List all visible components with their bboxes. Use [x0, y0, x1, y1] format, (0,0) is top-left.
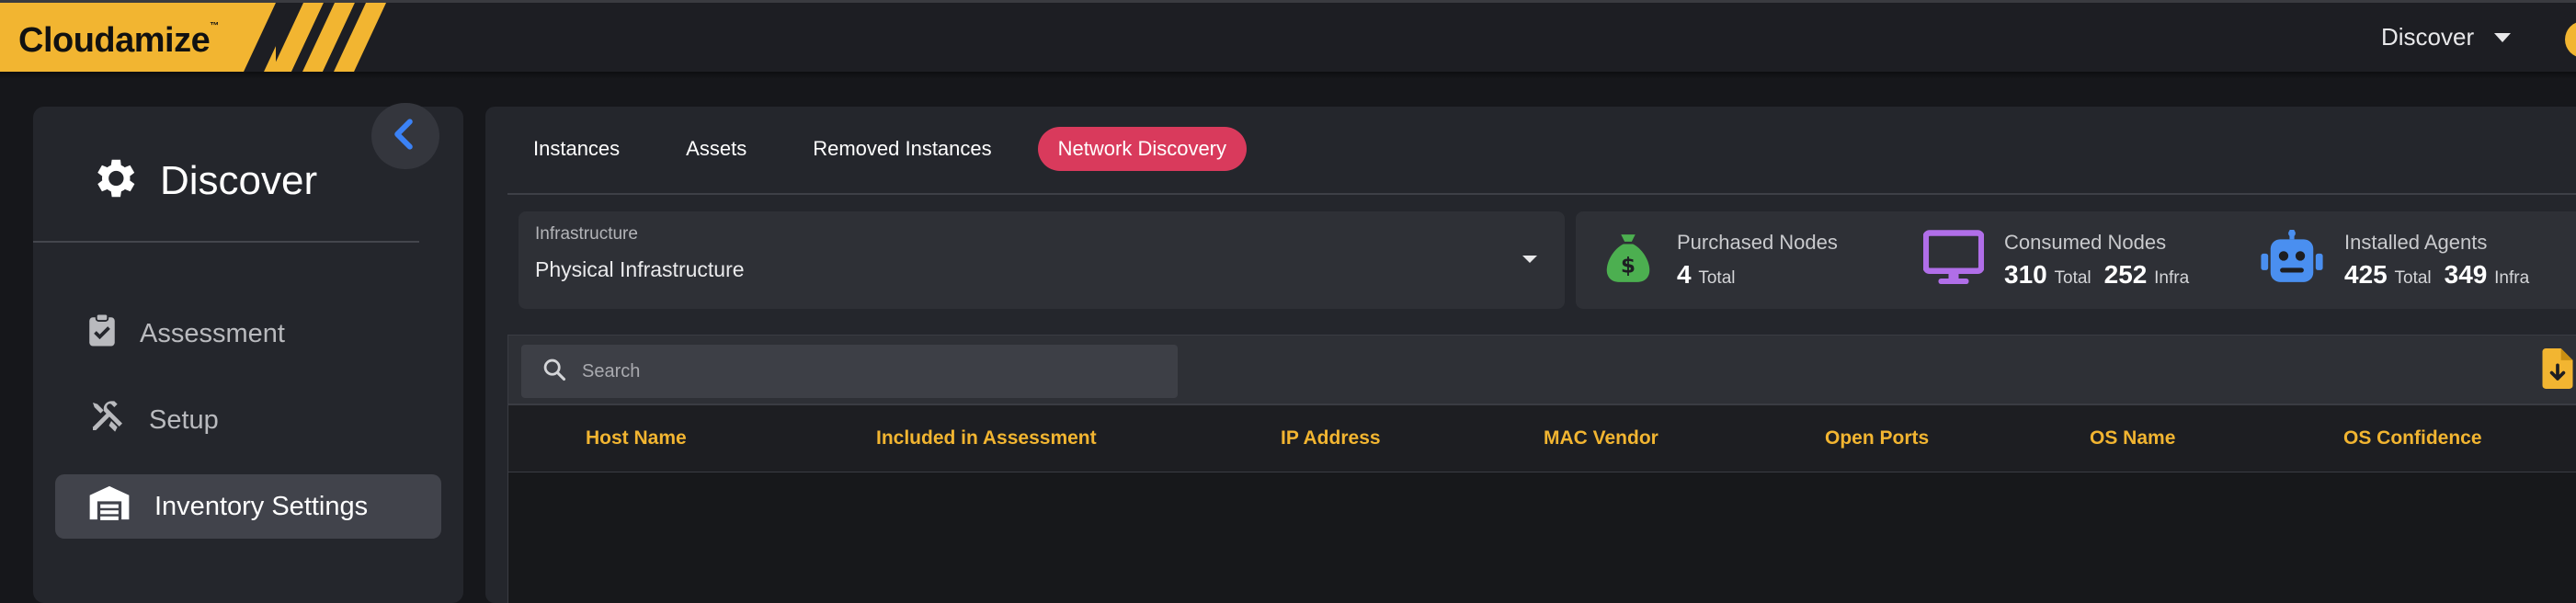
purchased-nodes-stat: $ Purchased Nodes 4 Total [1600, 211, 1838, 309]
column-os-confidence[interactable]: OS Confidence [2343, 405, 2482, 472]
purchased-nodes-title: Purchased Nodes [1677, 231, 1838, 254]
total-unit: Total [2054, 268, 2092, 288]
consumed-nodes-infra: 252 [2103, 260, 2148, 289]
warehouse-icon [88, 484, 131, 529]
tab-bar: Instances Assets Removed Instances Netwo… [513, 127, 1272, 171]
column-included-in-assessment[interactable]: Included in Assessment [876, 405, 1097, 472]
sidebar-divider [33, 241, 419, 243]
clipboard-check-icon [88, 313, 116, 355]
consumed-nodes-title: Consumed Nodes [2004, 231, 2167, 254]
top-bar: Cloudamize™ Discover [0, 0, 2576, 74]
sidebar-header: Discover [88, 153, 317, 209]
top-menu-dropdown[interactable]: Discover [2381, 23, 2512, 51]
sidebar-item-label: Assessment [140, 318, 285, 348]
robot-icon [2260, 229, 2324, 291]
infra-unit: Infra [2494, 268, 2530, 288]
chevron-left-icon [392, 118, 416, 154]
tab-assets[interactable]: Assets [666, 127, 767, 171]
dropdown-arrow-icon [1522, 256, 1537, 263]
column-open-ports[interactable]: Open Ports [1825, 405, 1929, 472]
table-header: Host Name Included in Assessment IP Addr… [507, 404, 2576, 472]
tab-removed-instances[interactable]: Removed Instances [792, 127, 1011, 171]
avatar[interactable] [2565, 21, 2576, 58]
file-download-icon [2542, 348, 2573, 393]
purchased-nodes-total: 4 [1677, 260, 1692, 289]
search-input[interactable] [582, 360, 1134, 382]
installed-agents-total: 425 [2344, 260, 2388, 289]
tab-network-discovery[interactable]: Network Discovery [1037, 127, 1248, 171]
total-unit: Total [1698, 268, 1736, 288]
gear-icon [88, 153, 140, 209]
sidebar-item-label: Inventory Settings [154, 491, 369, 521]
top-menu-label: Discover [2381, 23, 2475, 51]
search-box [521, 345, 1178, 398]
sidebar: Discover Assessment Setup Inventory Sett… [33, 107, 463, 603]
installed-agents-infra: 349 [2444, 260, 2488, 289]
infrastructure-label: Infrastructure [535, 224, 638, 244]
monitor-icon [1922, 229, 1985, 291]
stats-panel: $ Purchased Nodes 4 Total Consumed Nodes… [1576, 211, 2576, 309]
caret-down-icon [2494, 32, 2512, 42]
column-os-name[interactable]: OS Name [2090, 405, 2175, 472]
infrastructure-value: Physical Infrastructure [535, 257, 745, 281]
sidebar-item-label: Setup [149, 404, 219, 435]
main-panel: Instances Assets Removed Instances Netwo… [485, 107, 2576, 603]
money-bag-icon: $ [1600, 230, 1657, 291]
table-toolbar [507, 335, 2576, 404]
installed-agents-title: Installed Agents [2344, 231, 2488, 254]
table-body [507, 472, 2576, 603]
sidebar-collapse-button[interactable] [371, 103, 439, 169]
consumed-nodes-total: 310 [2004, 260, 2047, 289]
svg-text:$: $ [1621, 253, 1636, 278]
sidebar-item-inventory-settings[interactable]: Inventory Settings [55, 474, 441, 539]
consumed-nodes-stat: Consumed Nodes 310 Total 252 Infra [1922, 211, 2202, 309]
search-icon [541, 357, 567, 387]
column-ip-address[interactable]: IP Address [1281, 405, 1381, 472]
sidebar-item-setup[interactable]: Setup [55, 388, 441, 452]
infra-unit: Infra [2154, 268, 2190, 288]
logo-text: Cloudamize™ [18, 21, 219, 60]
total-unit: Total [2394, 268, 2432, 288]
sidebar-title: Discover [160, 157, 318, 203]
tools-icon [88, 398, 125, 442]
infrastructure-select[interactable]: Infrastructure Physical Infrastructure [519, 211, 1565, 309]
installed-agents-stat: Installed Agents 425 Total 349 Infra [2260, 211, 2542, 309]
export-button[interactable] [2542, 348, 2573, 393]
sidebar-item-assessment[interactable]: Assessment [55, 302, 441, 366]
column-mac-vendor[interactable]: MAC Vendor [1544, 405, 1658, 472]
column-host-name[interactable]: Host Name [586, 405, 687, 472]
tab-instances[interactable]: Instances [513, 127, 640, 171]
tab-divider [507, 193, 2576, 195]
logo[interactable]: Cloudamize™ [0, 3, 395, 74]
